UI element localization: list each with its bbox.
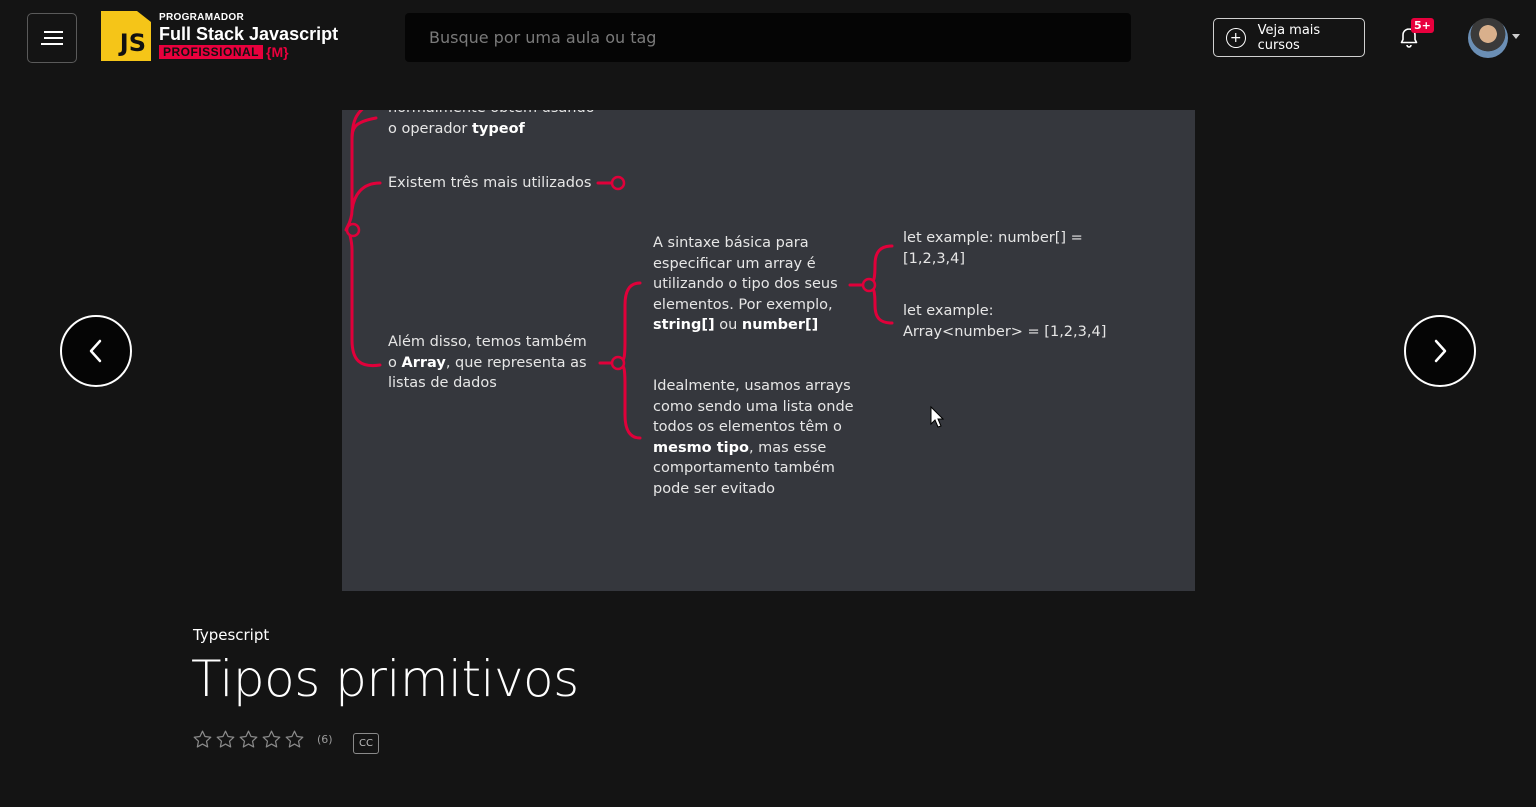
node-syntax-line5: string[] ou number[] — [653, 315, 838, 336]
node-ex2-line2: Array<number> = [1,2,3,4] — [903, 323, 1107, 340]
node-typeof-line2: o operador typeof — [388, 119, 595, 140]
node-syntax-line1: A sintaxe básica para — [653, 235, 809, 251]
node-ideal-line3: todos os elementos têm o — [653, 419, 842, 435]
node-ex2-line1: let example: — [903, 303, 994, 319]
star-icon[interactable] — [215, 729, 236, 750]
lesson-title: Tipos primitivos — [191, 650, 579, 708]
node-syntax-bold1: string[] — [653, 317, 715, 333]
course-name[interactable]: Typescript — [193, 626, 269, 644]
node-array-post: , que representa as — [445, 354, 587, 371]
logo-line-fullstack: Full Stack Javascript — [159, 24, 339, 44]
node-ideal-line5: comportamento também — [653, 460, 835, 476]
node-ideal-line1: Idealmente, usamos arrays — [653, 378, 851, 394]
mindmap-node-syntax: A sintaxe básica para especificar um arr… — [653, 233, 838, 336]
node-ideal-line2: como sendo uma lista onde — [653, 398, 854, 415]
js-logo-mark: JS — [101, 11, 151, 61]
closed-captions-badge[interactable]: CC — [353, 733, 379, 754]
chevron-right-icon — [1434, 339, 1447, 363]
avatar[interactable] — [1468, 18, 1508, 58]
more-courses-button[interactable]: + Veja mais cursos — [1213, 18, 1365, 57]
menu-button[interactable] — [27, 13, 77, 63]
logo-wordmark: PROGRAMADOR Full Stack Javascript PROFIS… — [159, 13, 338, 59]
node-typeof-pre: o operador — [388, 120, 472, 137]
node-ideal-post: , mas esse — [748, 439, 827, 456]
star-icon[interactable] — [192, 729, 213, 750]
mouse-cursor-icon — [930, 405, 945, 428]
logo-pro-row: PROFISSIONAL {M} — [159, 45, 338, 59]
chevron-down-icon[interactable] — [1512, 34, 1520, 39]
node-syntax-mid: ou — [714, 317, 742, 333]
logo-brace: {M} — [266, 44, 289, 60]
mindmap-node-array: Além disso, temos também o Array, que re… — [388, 332, 587, 394]
video-player[interactable]: normalmente obtém usando o operador type… — [342, 110, 1195, 591]
node-syntax-line2: especificar um array é — [653, 255, 816, 272]
mindmap-node-ideal: Idealmente, usamos arrays como sendo uma… — [653, 376, 854, 499]
node-ideal-line4: mesmo tipo, mas esse — [653, 438, 854, 459]
node-typeof-line1: normalmente obtém usando — [388, 110, 595, 119]
node-array-line2: o Array, que representa as — [388, 353, 587, 374]
node-array-line1: Além disso, temos também — [388, 334, 587, 350]
next-lesson-button[interactable] — [1404, 315, 1476, 387]
node-array-line3: listas de dados — [388, 375, 497, 391]
logo[interactable]: JS PROGRAMADOR Full Stack Javascript PRO… — [101, 11, 338, 61]
star-icon[interactable] — [238, 729, 259, 750]
mindmap-node-example2: let example: Array<number> = [1,2,3,4] — [903, 301, 1106, 342]
star-rating[interactable]: (6) — [192, 729, 333, 750]
node-array-bold: Array — [401, 354, 446, 371]
logo-line-profissional: PROFISSIONAL — [159, 45, 264, 59]
hamburger-menu-icon — [41, 31, 63, 45]
node-ideal-bold: mesmo tipo — [653, 439, 749, 456]
mindmap-node-three: Existem três mais utilizados — [388, 175, 592, 191]
star-icon[interactable] — [261, 729, 282, 750]
mindmap-node-example1: let example: number[] = [1,2,3,4] — [903, 228, 1083, 269]
node-syntax-bold2: number[] — [741, 317, 819, 333]
star-icon[interactable] — [284, 729, 305, 750]
node-ex1-line1: let example: number[] = — [903, 230, 1083, 246]
previous-lesson-button[interactable] — [60, 315, 132, 387]
plus-circle-icon: + — [1226, 27, 1246, 48]
node-syntax-line4: elementos. Por exemplo, — [653, 296, 833, 313]
top-header: JS PROGRAMADOR Full Stack Javascript PRO… — [0, 0, 1536, 80]
node-ideal-line6: pode ser evitado — [653, 480, 776, 497]
mindmap-node-typeof: normalmente obtém usando o operador type… — [388, 110, 595, 139]
rating-count: (6) — [317, 733, 333, 746]
logo-line-programador: PROGRAMADOR — [159, 12, 244, 23]
more-courses-label: Veja mais cursos — [1257, 22, 1321, 53]
node-typeof-bold: typeof — [471, 120, 525, 137]
node-array-pre: o — [388, 354, 402, 371]
notifications-badge: 5+ — [1411, 18, 1434, 33]
node-ex1-line2: [1,2,3,4] — [903, 250, 966, 267]
search-input[interactable] — [405, 13, 1131, 62]
chevron-left-icon — [89, 339, 102, 363]
node-syntax-line3: utilizando o tipo dos seus — [653, 276, 838, 292]
